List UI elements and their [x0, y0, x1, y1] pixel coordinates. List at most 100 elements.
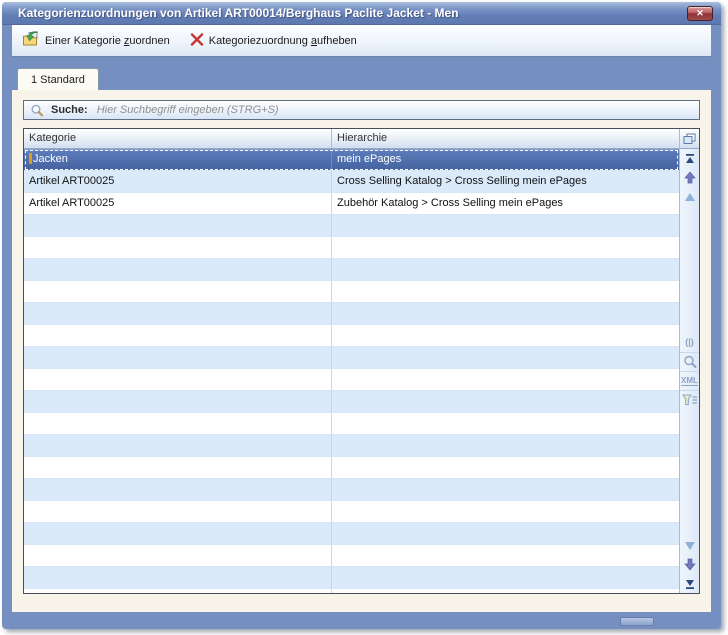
cell-kategorie	[24, 369, 331, 390]
table-row[interactable]	[24, 457, 679, 479]
remove-assignment-label: Kategoriezuordnung aufheben	[209, 35, 357, 47]
grid-table: Kategorie Hierarchie Jackenmein ePagesAr…	[24, 129, 679, 593]
cell-hierarchie: Zubehör Katalog > Cross Selling mein ePa…	[331, 193, 679, 214]
cell-kategorie	[24, 347, 331, 368]
table-row[interactable]	[24, 347, 679, 369]
table-row[interactable]	[24, 303, 679, 325]
column-header-hierarchie[interactable]: Hierarchie	[331, 129, 679, 148]
column-chooser-icon[interactable]	[680, 129, 699, 149]
resize-grip[interactable]	[620, 617, 654, 626]
cell-hierarchie	[331, 215, 679, 236]
cell-hierarchie	[331, 325, 679, 346]
grid-header: Kategorie Hierarchie	[24, 129, 679, 149]
search-input[interactable]	[88, 104, 699, 116]
cell-kategorie	[24, 303, 331, 324]
column-width-icon[interactable]: (|)	[680, 333, 699, 352]
edit-caret	[29, 153, 32, 164]
search-icon	[30, 104, 44, 117]
grid-side-toolbar: (|) XML	[679, 129, 699, 593]
search-label: Suche:	[51, 104, 88, 116]
cell-hierarchie	[331, 479, 679, 500]
cell-kategorie	[24, 567, 331, 588]
cell-hierarchie	[331, 237, 679, 258]
page-down-icon[interactable]	[680, 555, 699, 574]
cell-hierarchie	[331, 457, 679, 478]
cell-kategorie	[24, 435, 331, 456]
toolbar: Einer Kategorie zuordnen Kategoriezuordn…	[12, 25, 711, 57]
step-down-icon[interactable]	[680, 536, 699, 555]
table-row[interactable]	[24, 435, 679, 457]
table-row[interactable]	[24, 567, 679, 589]
table-row[interactable]	[24, 369, 679, 391]
cell-kategorie	[24, 589, 331, 593]
table-row[interactable]	[24, 545, 679, 567]
scroll-to-top-icon[interactable]	[680, 149, 699, 168]
cell-hierarchie	[331, 589, 679, 593]
cell-kategorie	[24, 325, 331, 346]
cell-kategorie	[24, 501, 331, 522]
xml-export-icon[interactable]: XML	[680, 371, 699, 390]
cell-kategorie: Artikel ART00025	[24, 193, 331, 214]
search-bar[interactable]: Suche:	[23, 100, 700, 120]
cell-hierarchie	[331, 391, 679, 412]
table-row[interactable]	[24, 413, 679, 435]
table-row[interactable]: Artikel ART00025Zubehör Katalog > Cross …	[24, 193, 679, 215]
page-up-icon[interactable]	[680, 168, 699, 187]
table-row[interactable]	[24, 501, 679, 523]
table-row[interactable]	[24, 523, 679, 545]
cell-kategorie	[24, 545, 331, 566]
cell-hierarchie	[331, 545, 679, 566]
cell-kategorie	[24, 479, 331, 500]
assign-category-button[interactable]: Einer Kategorie zuordnen	[22, 31, 170, 50]
table-row[interactable]	[24, 237, 679, 259]
tab-standard[interactable]: 1 Standard	[17, 68, 99, 90]
cell-hierarchie	[331, 347, 679, 368]
table-row[interactable]: Artikel ART00025Cross Selling Katalog > …	[24, 171, 679, 193]
table-row[interactable]	[24, 281, 679, 303]
column-header-kategorie[interactable]: Kategorie	[24, 129, 331, 148]
remove-assignment-button[interactable]: Kategoriezuordnung aufheben	[190, 33, 357, 49]
scroll-to-bottom-icon[interactable]	[680, 574, 699, 593]
cell-kategorie	[24, 391, 331, 412]
assign-category-label: Einer Kategorie zuordnen	[45, 35, 170, 47]
tab-band: 1 Standard	[12, 57, 711, 90]
window-title: Kategorienzuordnungen von Artikel ART000…	[2, 2, 721, 25]
cell-kategorie	[24, 281, 331, 302]
cell-hierarchie: mein ePages	[331, 149, 679, 170]
table-row[interactable]	[24, 479, 679, 501]
table-row[interactable]	[24, 259, 679, 281]
tab-content: Suche: Kategorie Hierarchie Jackenmein e…	[12, 90, 711, 612]
cell-kategorie: Artikel ART00025	[24, 171, 331, 192]
cell-kategorie	[24, 215, 331, 236]
grid-search-icon[interactable]	[680, 352, 699, 371]
remove-assignment-x-icon	[190, 33, 204, 49]
cell-kategorie	[24, 237, 331, 258]
cell-kategorie	[24, 523, 331, 544]
table-row[interactable]: Jackenmein ePages	[24, 149, 679, 171]
table-row[interactable]	[24, 391, 679, 413]
cell-kategorie	[24, 457, 331, 478]
cell-hierarchie	[331, 501, 679, 522]
cell-hierarchie	[331, 303, 679, 324]
title-bar[interactable]: Kategorienzuordnungen von Artikel ART000…	[2, 2, 721, 25]
category-grid: Kategorie Hierarchie Jackenmein ePagesAr…	[23, 128, 700, 594]
cell-hierarchie	[331, 281, 679, 302]
grid-rows: Jackenmein ePagesArtikel ART00025Cross S…	[24, 149, 679, 593]
cell-kategorie	[24, 259, 331, 280]
step-up-icon[interactable]	[680, 187, 699, 206]
cell-hierarchie: Cross Selling Katalog > Cross Selling me…	[331, 171, 679, 192]
cell-kategorie	[24, 413, 331, 434]
table-row[interactable]	[24, 215, 679, 237]
cell-kategorie: Jacken	[24, 149, 331, 170]
cell-hierarchie	[331, 523, 679, 544]
filter-icon[interactable]	[680, 390, 699, 409]
cell-hierarchie	[331, 369, 679, 390]
table-row[interactable]	[24, 589, 679, 593]
cell-hierarchie	[331, 567, 679, 588]
table-row[interactable]	[24, 325, 679, 347]
cell-hierarchie	[331, 435, 679, 456]
cell-hierarchie	[331, 413, 679, 434]
dialog-window: Kategorienzuordnungen von Artikel ART000…	[2, 2, 721, 629]
close-button[interactable]: ✕	[687, 6, 713, 21]
cell-hierarchie	[331, 259, 679, 280]
